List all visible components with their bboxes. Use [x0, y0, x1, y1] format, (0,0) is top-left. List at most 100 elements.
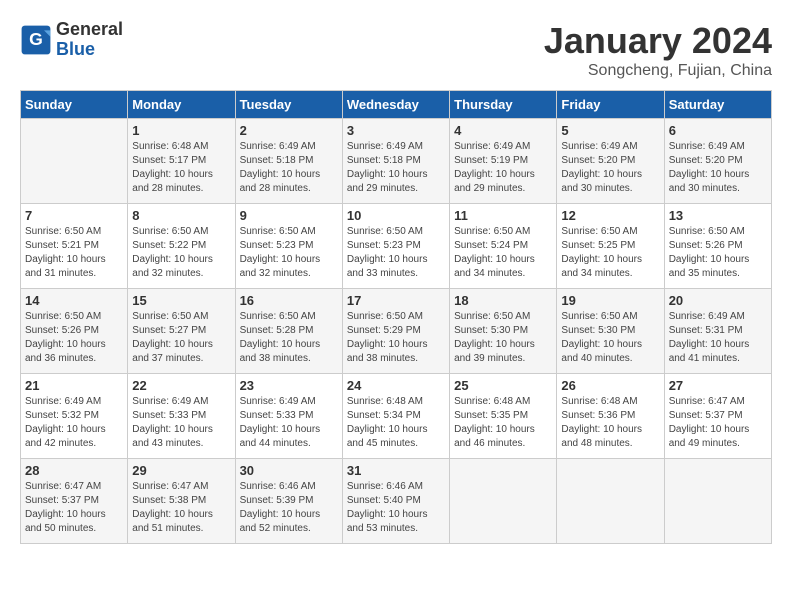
day-info: Sunrise: 6:47 AM Sunset: 5:37 PM Dayligh…	[669, 395, 767, 451]
day-number: 4	[454, 123, 552, 138]
day-info: Sunrise: 6:50 AM Sunset: 5:28 PM Dayligh…	[240, 310, 338, 366]
calendar-cell: 10Sunrise: 6:50 AM Sunset: 5:23 PM Dayli…	[342, 204, 449, 289]
day-info: Sunrise: 6:50 AM Sunset: 5:23 PM Dayligh…	[240, 225, 338, 281]
day-number: 18	[454, 293, 552, 308]
day-info: Sunrise: 6:50 AM Sunset: 5:21 PM Dayligh…	[25, 225, 123, 281]
calendar-cell	[664, 459, 771, 544]
calendar-table: SundayMondayTuesdayWednesdayThursdayFrid…	[20, 90, 772, 544]
logo-line1: General	[56, 20, 123, 40]
day-number: 19	[561, 293, 659, 308]
logo: G General Blue	[20, 20, 123, 60]
day-number: 25	[454, 378, 552, 393]
day-number: 28	[25, 463, 123, 478]
week-row-3: 14 Sunrise: 6:50 AM Sunset: 5:26 PM Dayli…	[21, 289, 772, 374]
day-info: Sunrise: 6:49 AM Sunset: 5:18 PM Dayligh…	[240, 140, 338, 196]
calendar-cell: 16 Sunrise: 6:50 AM Sunset: 5:28 PM Dayli…	[235, 289, 342, 374]
day-number: 26	[561, 378, 659, 393]
calendar-cell: 20 Sunrise: 6:49 AM Sunset: 5:31 PM Dayli…	[664, 289, 771, 374]
day-number: 24	[347, 378, 445, 393]
calendar-cell: 22Sunrise: 6:49 AM Sunset: 5:33 PM Dayli…	[128, 374, 235, 459]
day-info: Sunrise: 6:50 AM Sunset: 5:23 PM Dayligh…	[347, 225, 445, 281]
week-row-2: 7 Sunrise: 6:50 AM Sunset: 5:21 PM Daylig…	[21, 204, 772, 289]
calendar-cell: 7 Sunrise: 6:50 AM Sunset: 5:21 PM Daylig…	[21, 204, 128, 289]
calendar-cell: 27Sunrise: 6:47 AM Sunset: 5:37 PM Dayli…	[664, 374, 771, 459]
day-info: Sunrise: 6:49 AM Sunset: 5:32 PM Dayligh…	[25, 395, 123, 451]
day-info: Sunrise: 6:50 AM Sunset: 5:27 PM Dayligh…	[132, 310, 230, 366]
day-number: 16	[240, 293, 338, 308]
calendar-body: 1Sunrise: 6:48 AM Sunset: 5:17 PM Daylig…	[21, 119, 772, 544]
day-number: 30	[240, 463, 338, 478]
day-number: 2	[240, 123, 338, 138]
week-row-5: 28Sunrise: 6:47 AM Sunset: 5:37 PM Dayli…	[21, 459, 772, 544]
calendar-cell: 24 Sunrise: 6:48 AM Sunset: 5:34 PM Dayli…	[342, 374, 449, 459]
day-info: Sunrise: 6:46 AM Sunset: 5:40 PM Dayligh…	[347, 480, 445, 536]
col-header-tuesday: Tuesday	[235, 91, 342, 119]
day-number: 11	[454, 208, 552, 223]
day-info: Sunrise: 6:48 AM Sunset: 5:36 PM Dayligh…	[561, 395, 659, 451]
day-info: Sunrise: 6:48 AM Sunset: 5:34 PM Dayligh…	[347, 395, 445, 451]
calendar-cell	[21, 119, 128, 204]
day-info: Sunrise: 6:50 AM Sunset: 5:26 PM Dayligh…	[25, 310, 123, 366]
calendar-cell: 28Sunrise: 6:47 AM Sunset: 5:37 PM Dayli…	[21, 459, 128, 544]
day-info: Sunrise: 6:50 AM Sunset: 5:22 PM Dayligh…	[132, 225, 230, 281]
day-info: Sunrise: 6:48 AM Sunset: 5:17 PM Dayligh…	[132, 140, 230, 196]
week-row-1: 1Sunrise: 6:48 AM Sunset: 5:17 PM Daylig…	[21, 119, 772, 204]
calendar-cell: 18 Sunrise: 6:50 AM Sunset: 5:30 PM Dayli…	[450, 289, 557, 374]
calendar-cell	[450, 459, 557, 544]
day-info: Sunrise: 6:49 AM Sunset: 5:18 PM Dayligh…	[347, 140, 445, 196]
day-info: Sunrise: 6:49 AM Sunset: 5:31 PM Dayligh…	[669, 310, 767, 366]
day-number: 8	[132, 208, 230, 223]
day-number: 17	[347, 293, 445, 308]
calendar-cell: 30 Sunrise: 6:46 AM Sunset: 5:39 PM Dayli…	[235, 459, 342, 544]
day-info: Sunrise: 6:50 AM Sunset: 5:26 PM Dayligh…	[669, 225, 767, 281]
day-info: Sunrise: 6:49 AM Sunset: 5:33 PM Dayligh…	[240, 395, 338, 451]
header: G General Blue January 2024 Songcheng, F…	[20, 20, 772, 80]
col-header-wednesday: Wednesday	[342, 91, 449, 119]
calendar-cell: 4Sunrise: 6:49 AM Sunset: 5:19 PM Daylig…	[450, 119, 557, 204]
day-number: 29	[132, 463, 230, 478]
logo-line2: Blue	[56, 40, 123, 60]
svg-text:G: G	[29, 29, 43, 49]
day-info: Sunrise: 6:46 AM Sunset: 5:39 PM Dayligh…	[240, 480, 338, 536]
col-header-saturday: Saturday	[664, 91, 771, 119]
day-number: 21	[25, 378, 123, 393]
day-info: Sunrise: 6:47 AM Sunset: 5:38 PM Dayligh…	[132, 480, 230, 536]
day-number: 20	[669, 293, 767, 308]
day-info: Sunrise: 6:49 AM Sunset: 5:20 PM Dayligh…	[669, 140, 767, 196]
day-info: Sunrise: 6:50 AM Sunset: 5:25 PM Dayligh…	[561, 225, 659, 281]
calendar-cell: 21 Sunrise: 6:49 AM Sunset: 5:32 PM Dayli…	[21, 374, 128, 459]
day-info: Sunrise: 6:48 AM Sunset: 5:35 PM Dayligh…	[454, 395, 552, 451]
day-number: 15	[132, 293, 230, 308]
calendar-cell: 3 Sunrise: 6:49 AM Sunset: 5:18 PM Daylig…	[342, 119, 449, 204]
day-info: Sunrise: 6:50 AM Sunset: 5:29 PM Dayligh…	[347, 310, 445, 366]
calendar-cell	[557, 459, 664, 544]
col-header-friday: Friday	[557, 91, 664, 119]
calendar-cell: 14 Sunrise: 6:50 AM Sunset: 5:26 PM Dayli…	[21, 289, 128, 374]
calendar-cell: 8 Sunrise: 6:50 AM Sunset: 5:22 PM Daylig…	[128, 204, 235, 289]
calendar-cell: 25 Sunrise: 6:48 AM Sunset: 5:35 PM Dayli…	[450, 374, 557, 459]
day-number: 22	[132, 378, 230, 393]
calendar-cell: 12Sunrise: 6:50 AM Sunset: 5:25 PM Dayli…	[557, 204, 664, 289]
location-subtitle: Songcheng, Fujian, China	[544, 62, 772, 80]
week-row-4: 21 Sunrise: 6:49 AM Sunset: 5:32 PM Dayli…	[21, 374, 772, 459]
day-info: Sunrise: 6:50 AM Sunset: 5:30 PM Dayligh…	[454, 310, 552, 366]
calendar-cell: 6Sunrise: 6:49 AM Sunset: 5:20 PM Daylig…	[664, 119, 771, 204]
calendar-cell: 11 Sunrise: 6:50 AM Sunset: 5:24 PM Dayli…	[450, 204, 557, 289]
calendar-cell: 2 Sunrise: 6:49 AM Sunset: 5:18 PM Daylig…	[235, 119, 342, 204]
calendar-header-row: SundayMondayTuesdayWednesdayThursdayFrid…	[21, 91, 772, 119]
calendar-cell: 31Sunrise: 6:46 AM Sunset: 5:40 PM Dayli…	[342, 459, 449, 544]
day-info: Sunrise: 6:49 AM Sunset: 5:20 PM Dayligh…	[561, 140, 659, 196]
day-info: Sunrise: 6:50 AM Sunset: 5:24 PM Dayligh…	[454, 225, 552, 281]
calendar-cell: 9Sunrise: 6:50 AM Sunset: 5:23 PM Daylig…	[235, 204, 342, 289]
calendar-cell: 26 Sunrise: 6:48 AM Sunset: 5:36 PM Dayli…	[557, 374, 664, 459]
day-info: Sunrise: 6:50 AM Sunset: 5:30 PM Dayligh…	[561, 310, 659, 366]
day-number: 14	[25, 293, 123, 308]
col-header-sunday: Sunday	[21, 91, 128, 119]
day-number: 3	[347, 123, 445, 138]
calendar-cell: 19 Sunrise: 6:50 AM Sunset: 5:30 PM Dayli…	[557, 289, 664, 374]
month-title: January 2024	[544, 20, 772, 62]
calendar-cell: 23Sunrise: 6:49 AM Sunset: 5:33 PM Dayli…	[235, 374, 342, 459]
col-header-thursday: Thursday	[450, 91, 557, 119]
calendar-cell: 17 Sunrise: 6:50 AM Sunset: 5:29 PM Dayli…	[342, 289, 449, 374]
day-number: 7	[25, 208, 123, 223]
